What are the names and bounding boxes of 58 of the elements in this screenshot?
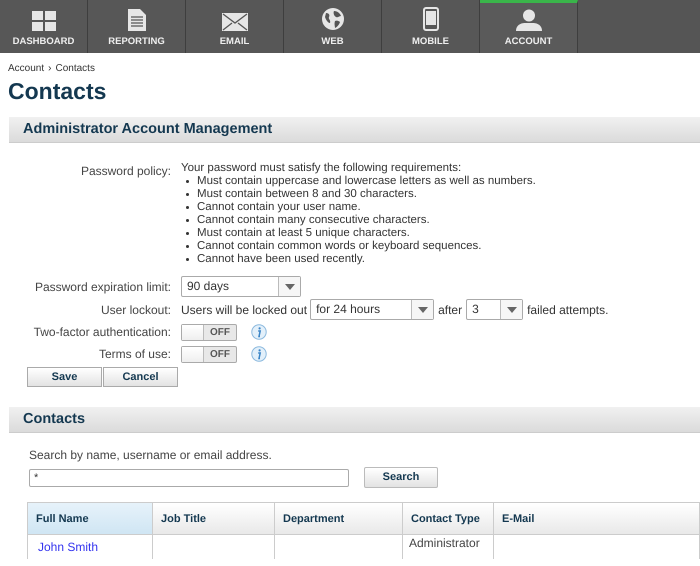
column-header[interactable]: Department [275,503,403,535]
field-label: Two-factor authentication: [32,324,172,341]
search-field[interactable]: * [29,468,349,486]
expiration-dropdown[interactable]: 90 days [181,276,301,297]
search-hint: Search by name, username or email address. [29,447,273,464]
bullet-icon [186,219,189,222]
dropdown-arrow-icon [506,306,517,312]
tablet-icon [422,6,438,30]
bullet-icon [186,206,189,209]
field-label: Password expiration limit: [34,278,172,296]
policy-rule: Cannot contain many consecutive characters. [197,214,430,227]
policy-rule: Cannot contain common words or keyboard sequences. [197,240,482,253]
breadcrumb-link[interactable]: Account [8,61,44,76]
lockout-text: failed attempts. [527,302,608,318]
field-label: Terms of use: [98,346,172,363]
breadcrumb-separator: › [48,62,52,76]
dropdown-arrow-icon [284,284,294,290]
column-header[interactable]: Full Name [28,503,153,535]
policy-rule: Must contain at least 5 unique characters. [197,227,410,240]
attempts-dropdown[interactable]: 3 [466,299,524,320]
dropdown-arrow-icon [418,306,428,312]
section-header: Contacts [9,407,700,433]
globe-icon [320,6,344,30]
document-icon [128,8,146,30]
table-cell: Administrator [409,536,480,550]
column-header[interactable]: E-Mail [494,503,700,535]
toggle-switch[interactable]: OFF [181,346,237,362]
toggle-switch[interactable]: OFF [181,324,237,340]
section-header: Administrator Account Management [9,117,700,143]
duration-dropdown[interactable]: for 24 hours [310,299,434,320]
policy-rule: Must contain uppercase and lowercase letters as well as numbers. [197,175,536,188]
bullet-icon [186,245,189,248]
info-icon[interactable] [251,346,267,362]
policy-intro: Your password must satisfy the following requirements: [181,162,462,175]
form-button[interactable]: Cancel [103,367,178,387]
page-title: Contacts [7,77,108,105]
field-label: Password policy: [80,163,172,180]
search-button[interactable]: Search [364,467,438,488]
nav-tab[interactable]: ACCOUNT [480,0,578,53]
policy-rule: Cannot have been used recently. [197,253,365,266]
envelope-icon [222,12,248,30]
user-icon [516,8,542,30]
contact-name-link[interactable]: John Smith [38,540,98,554]
bullet-icon [186,232,189,235]
info-icon[interactable] [251,324,267,340]
form-button[interactable]: Save [27,367,102,387]
column-header[interactable]: Contact Type [403,503,494,535]
bullet-icon [186,193,189,196]
field-label: User lockout: [100,302,172,318]
bullet-icon [186,180,189,183]
grid-icon [32,10,56,30]
column-header[interactable]: Job Title [153,503,275,535]
lockout-text: Users will be locked out [181,302,308,318]
policy-rule: Cannot contain your user name. [197,201,361,214]
policy-rule: Must contain between 8 and 30 characters. [197,188,417,201]
breadcrumb-link[interactable]: Contacts [55,61,95,76]
lockout-text: after [438,302,462,318]
bullet-icon [186,258,189,261]
